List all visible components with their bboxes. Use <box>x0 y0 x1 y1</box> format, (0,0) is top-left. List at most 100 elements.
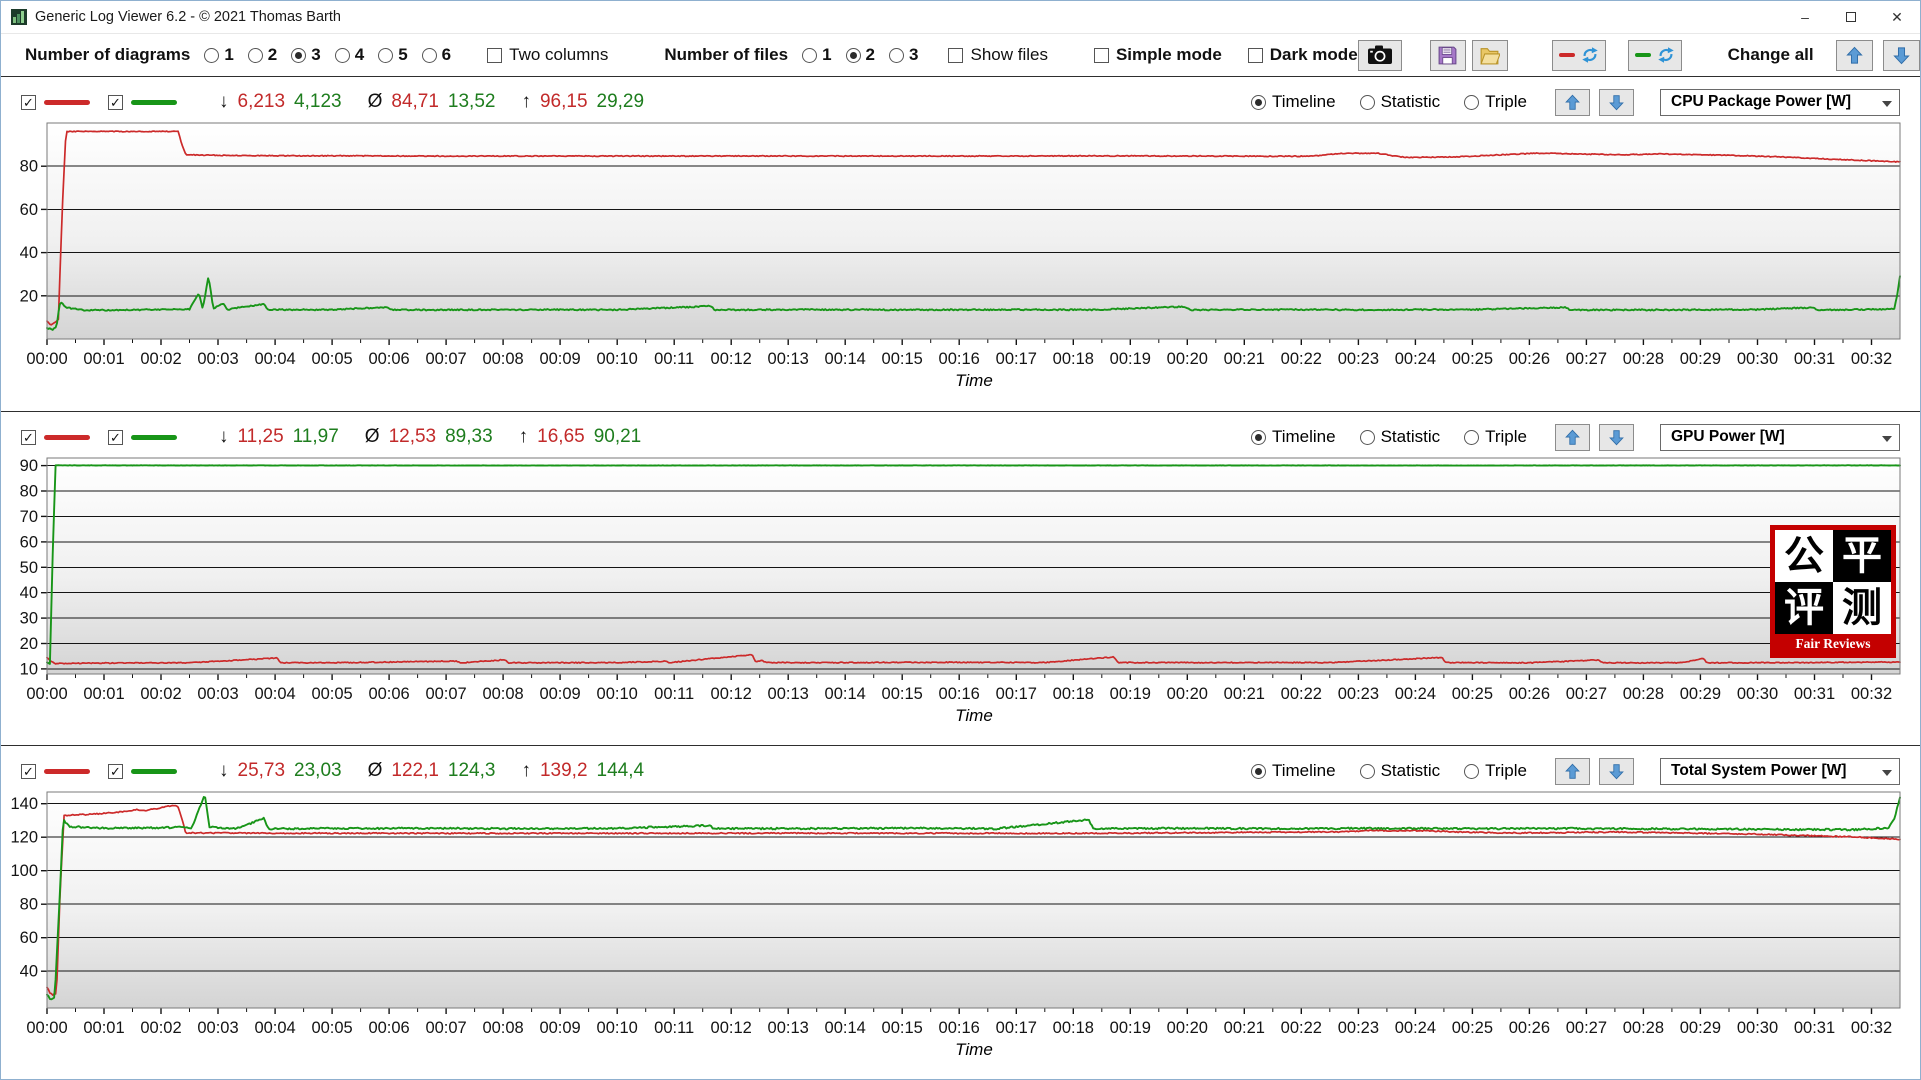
svg-text:40: 40 <box>20 244 38 262</box>
max-icon: ↑ <box>521 91 531 113</box>
svg-text:00:17: 00:17 <box>996 1019 1037 1037</box>
svg-text:00:28: 00:28 <box>1623 685 1664 703</box>
diagram-panel-3: ✓ ✓ ↓25,7323,03 Ø122,1124,3 ↑139,2144,4 … <box>1 745 1920 1079</box>
panel-3-statistic-radio[interactable]: Statistic <box>1360 761 1441 781</box>
panel-3-green-visible-checkbox[interactable]: ✓ <box>108 764 123 779</box>
panel-1-green-visible-checkbox[interactable]: ✓ <box>108 95 123 110</box>
panel-2-red-visible-checkbox[interactable]: ✓ <box>21 430 36 445</box>
svg-text:00:07: 00:07 <box>425 1019 466 1037</box>
svg-text:00:21: 00:21 <box>1224 1019 1265 1037</box>
panel-1-timeline-radio[interactable]: Timeline <box>1251 92 1336 112</box>
maximize-button[interactable] <box>1828 1 1874 33</box>
two-columns-checkbox[interactable]: ✓Two columns <box>487 45 608 65</box>
svg-text:00:03: 00:03 <box>197 685 238 703</box>
panel-1-move-up-button[interactable] <box>1555 89 1590 116</box>
max-icon: ↑ <box>519 426 529 448</box>
panel-1-red-visible-checkbox[interactable]: ✓ <box>21 95 36 110</box>
svg-text:00:09: 00:09 <box>539 685 580 703</box>
red-series-dash-icon <box>1559 53 1575 57</box>
panel-3-move-up-button[interactable] <box>1555 758 1590 785</box>
fair-reviews-logo: 公 平 评 测 Fair Reviews <box>1770 525 1896 658</box>
panel-2-plot: 10203040506070809000:0000:0100:0200:0300… <box>9 455 1912 728</box>
svg-text:00:30: 00:30 <box>1737 350 1778 368</box>
panel-2-statistic-radio[interactable]: Statistic <box>1360 427 1441 447</box>
green-series-swatch <box>131 100 177 105</box>
panel-2-move-up-button[interactable] <box>1555 424 1590 451</box>
svg-text:00:15: 00:15 <box>882 1019 923 1037</box>
svg-text:00:26: 00:26 <box>1509 685 1550 703</box>
diagrams-radio-1[interactable]: 1 <box>204 45 233 65</box>
svg-text:00:07: 00:07 <box>425 350 466 368</box>
svg-text:00:19: 00:19 <box>1110 1019 1151 1037</box>
svg-text:00:22: 00:22 <box>1281 350 1322 368</box>
diagrams-radio-6[interactable]: 6 <box>422 45 451 65</box>
save-button[interactable] <box>1430 40 1466 71</box>
diagrams-radio-2[interactable]: 2 <box>248 45 277 65</box>
svg-text:00:01: 00:01 <box>83 1019 124 1037</box>
svg-text:00:31: 00:31 <box>1794 1019 1835 1037</box>
svg-text:00:32: 00:32 <box>1851 685 1892 703</box>
red-series-swatch <box>44 100 90 105</box>
avg-icon: Ø <box>368 760 383 782</box>
panel-3-timeline-radio[interactable]: Timeline <box>1251 761 1336 781</box>
svg-text:00:16: 00:16 <box>939 1019 980 1037</box>
close-button[interactable]: ✕ <box>1874 1 1920 33</box>
panel-2-green-visible-checkbox[interactable]: ✓ <box>108 430 123 445</box>
svg-text:00:32: 00:32 <box>1851 1019 1892 1037</box>
diagrams-radio-4[interactable]: 4 <box>335 45 364 65</box>
svg-text:00:27: 00:27 <box>1566 350 1607 368</box>
simple-mode-checkbox[interactable]: ✓Simple mode <box>1094 45 1222 65</box>
svg-text:00:18: 00:18 <box>1053 1019 1094 1037</box>
files-radio-1[interactable]: 1 <box>802 45 831 65</box>
panel-2-timeline-radio[interactable]: Timeline <box>1251 427 1336 447</box>
svg-text:00:05: 00:05 <box>311 1019 352 1037</box>
panel-3-red-visible-checkbox[interactable]: ✓ <box>21 764 36 779</box>
change-all-up-button[interactable] <box>1836 40 1873 71</box>
panel-2-triple-radio[interactable]: Triple <box>1464 427 1527 447</box>
panel-1-channel-dropdown[interactable]: CPU Package Power [W] <box>1660 89 1900 116</box>
svg-text:00:13: 00:13 <box>768 685 809 703</box>
diagrams-label: Number of diagrams <box>25 45 190 65</box>
panel-1-triple-radio[interactable]: Triple <box>1464 92 1527 112</box>
svg-text:00:02: 00:02 <box>140 685 181 703</box>
svg-text:00:10: 00:10 <box>597 1019 638 1037</box>
dark-mode-checkbox[interactable]: ✓Dark mode <box>1248 45 1358 65</box>
minimize-button[interactable]: – <box>1782 1 1828 33</box>
svg-text:00:31: 00:31 <box>1794 350 1835 368</box>
panel-3-triple-radio[interactable]: Triple <box>1464 761 1527 781</box>
panel-3-move-down-button[interactable] <box>1599 758 1634 785</box>
diagrams-radio-5[interactable]: 5 <box>378 45 407 65</box>
min-icon: ↓ <box>219 426 229 448</box>
svg-text:80: 80 <box>20 483 38 501</box>
svg-text:00:12: 00:12 <box>711 685 752 703</box>
svg-text:00:21: 00:21 <box>1224 350 1265 368</box>
panel-1-move-down-button[interactable] <box>1599 89 1634 116</box>
show-files-checkbox[interactable]: ✓Show files <box>948 45 1047 65</box>
svg-text:30: 30 <box>20 610 38 628</box>
chevron-down-icon <box>1882 770 1892 776</box>
change-all-down-button[interactable] <box>1883 40 1920 71</box>
svg-text:80: 80 <box>20 896 38 914</box>
chevron-down-icon <box>1882 436 1892 442</box>
screenshot-button[interactable] <box>1358 40 1402 71</box>
swap-green-file-button[interactable] <box>1628 40 1682 71</box>
files-radio-2[interactable]: 2 <box>846 45 875 65</box>
swap-red-file-button[interactable] <box>1552 40 1606 71</box>
panel-2-move-down-button[interactable] <box>1599 424 1634 451</box>
panel-1-statistic-radio[interactable]: Statistic <box>1360 92 1441 112</box>
diagrams-radio-3[interactable]: 3 <box>291 45 320 65</box>
svg-text:00:25: 00:25 <box>1452 1019 1493 1037</box>
svg-text:00:02: 00:02 <box>140 1019 181 1037</box>
folder-icon <box>1479 45 1500 66</box>
files-radio-3[interactable]: 3 <box>889 45 918 65</box>
panel-2-channel-dropdown[interactable]: GPU Power [W] <box>1660 424 1900 451</box>
floppy-disk-icon <box>1437 45 1458 66</box>
svg-text:00:14: 00:14 <box>825 1019 866 1037</box>
svg-text:00:08: 00:08 <box>482 350 523 368</box>
minimize-icon: – <box>1801 9 1809 25</box>
svg-text:Time: Time <box>955 706 993 723</box>
panel-3-channel-dropdown[interactable]: Total System Power [W] <box>1660 758 1900 785</box>
svg-text:20: 20 <box>20 287 38 305</box>
open-folder-button[interactable] <box>1472 40 1508 71</box>
svg-text:00:17: 00:17 <box>996 350 1037 368</box>
